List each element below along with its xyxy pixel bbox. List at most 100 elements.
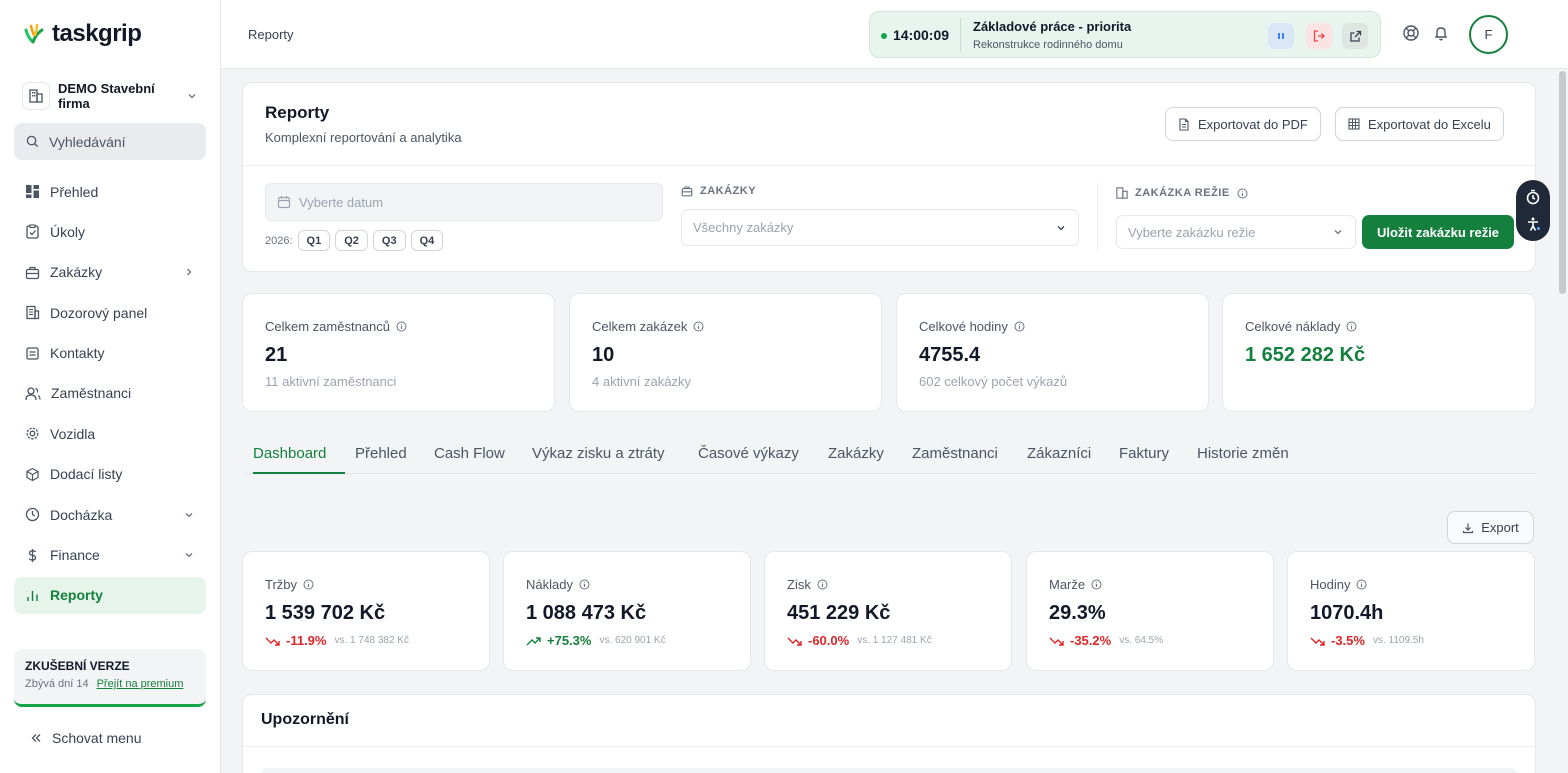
stat-card-hours: Celkové hodiny 4755.4 602 celkový počet … [896, 293, 1209, 412]
bell-icon[interactable] [1432, 24, 1450, 42]
info-icon[interactable] [693, 321, 704, 332]
help-icon[interactable] [1402, 24, 1420, 42]
bar-chart-icon [25, 588, 40, 603]
double-chevron-left-icon [30, 732, 42, 744]
save-overhead-button[interactable]: Uložit zakázku režie [1362, 215, 1514, 249]
briefcase-icon [25, 265, 40, 280]
sidebar-item-dozorovy-panel[interactable]: Dozorový panel [14, 294, 206, 331]
trend-down-icon [787, 636, 803, 646]
avatar[interactable]: F [1469, 15, 1508, 54]
trial-title: ZKUŠEBNÍ VERZE [25, 659, 130, 673]
timer-task: Základové práce - priorita [973, 19, 1132, 34]
tab-dashboard[interactable]: Dashboard [253, 445, 345, 474]
logo[interactable]: taskgrip [22, 20, 142, 48]
jobs-field-label: ZAKÁZKY [681, 185, 756, 197]
sidebar-item-reporty[interactable]: Reporty [14, 576, 206, 614]
sidebar-nav: Přehled Úkoly Zakázky Dozorový panel Kon… [14, 173, 206, 617]
upgrade-link[interactable]: Přejít na premium [97, 678, 184, 690]
info-icon[interactable] [1091, 579, 1102, 590]
export-pdf-button[interactable]: Exportovat do PDF [1165, 107, 1321, 141]
sidebar-item-kontakty[interactable]: Kontakty [14, 335, 206, 372]
tab-zakazky[interactable]: Zakázky [828, 445, 884, 474]
chevron-down-icon [1055, 222, 1067, 234]
dashboard-icon [25, 184, 40, 199]
sidebar-item-zakazky[interactable]: Zakázky [14, 254, 206, 291]
stop-timer-button[interactable] [1306, 23, 1332, 49]
export-excel-button[interactable]: Exportovat do Excelu [1335, 107, 1504, 141]
info-icon[interactable] [396, 321, 407, 332]
kpi-card-trzby: Tržby 1 539 702 Kč -11.9% vs. 1 748 382 … [242, 551, 490, 671]
jobs-select[interactable]: Všechny zakázky [681, 209, 1079, 246]
running-indicator [881, 33, 887, 39]
kpi-card-hodiny: Hodiny 1070.4h -3.5% vs. 1109.5h [1287, 551, 1535, 671]
alerts-title: Upozornění [261, 711, 349, 728]
search-button[interactable]: Vyhledávání [14, 123, 206, 160]
divider [1097, 183, 1098, 253]
alerts-card: Upozornění [242, 694, 1536, 773]
logout-icon [1312, 29, 1326, 43]
sidebar-item-zamestnanci[interactable]: Zaměstnanci [14, 375, 206, 412]
open-timer-button[interactable] [1342, 23, 1368, 49]
accessibility-icon[interactable] [1525, 216, 1541, 232]
file-icon [1178, 117, 1190, 131]
kpi-label: Hodiny [1310, 577, 1351, 592]
info-icon[interactable] [1346, 321, 1357, 332]
stat-subtext: 11 aktivní zaměstnanci [265, 374, 397, 389]
hide-menu-button[interactable]: Schovat menu [30, 730, 142, 746]
sidebar-item-label: Úkoly [50, 223, 86, 240]
sidebar-item-label: Zaměstnanci [51, 385, 132, 402]
overhead-select[interactable]: Vyberte zakázku režie [1116, 215, 1356, 249]
info-icon[interactable] [1356, 579, 1367, 590]
stat-subtext: 602 celkový počet výkazů [919, 374, 1068, 389]
stat-value: 4755.4 [919, 344, 981, 366]
quarter-button-q3[interactable]: Q3 [372, 230, 406, 251]
tab-prehled[interactable]: Přehled [355, 445, 407, 474]
sidebar-item-ukoly[interactable]: Úkoly [14, 213, 206, 250]
date-placeholder: Vyberte datum [299, 194, 384, 210]
sidebar-item-vozidla[interactable]: Vozidla [14, 415, 206, 452]
date-range-input[interactable]: Vyberte datum [265, 183, 663, 221]
sidebar-item-dodaci-listy[interactable]: Dodací listy [14, 456, 206, 493]
chevron-down-icon [183, 509, 195, 521]
chevron-down-icon [183, 549, 195, 561]
search-icon [26, 135, 39, 148]
sidebar-item-label: Vozidla [50, 425, 96, 442]
scrollbar-thumb[interactable] [1559, 71, 1566, 294]
kpi-value: 1 539 702 Kč [265, 602, 386, 624]
sidebar-item-finance[interactable]: Finance [14, 537, 206, 574]
tab-casove-vykazy[interactable]: Časové výkazy [698, 445, 799, 474]
info-icon[interactable] [579, 579, 590, 590]
trend-up-icon [526, 636, 542, 646]
quarter-button-q2[interactable]: Q2 [335, 230, 368, 251]
kpi-value: 1 088 473 Kč [526, 602, 647, 624]
calendar-icon [277, 195, 291, 209]
sidebar-item-label: Dodací listy [50, 466, 123, 483]
export-button[interactable]: Export [1447, 511, 1534, 544]
year-label: 2026: [265, 234, 293, 247]
tab-historie-zmen[interactable]: Historie změn [1197, 445, 1289, 474]
tab-zakaznici[interactable]: Zákazníci [1027, 445, 1091, 474]
tab-zamestnanci[interactable]: Zaměstnanci [912, 445, 998, 474]
info-icon[interactable] [1014, 321, 1025, 332]
active-timer[interactable]: 14:00:09 Základové práce - priorita Reko… [869, 11, 1381, 58]
tab-cash-flow[interactable]: Cash Flow [434, 445, 505, 474]
quarter-button-q1[interactable]: Q1 [297, 230, 331, 251]
alert-item [261, 768, 1517, 773]
sidebar-item-dochazka[interactable]: Docházka [14, 496, 206, 533]
export-pdf-label: Exportovat do PDF [1198, 116, 1308, 132]
timer-time: 14:00:09 [893, 27, 950, 43]
company-switcher[interactable]: DEMO Stavební firma [14, 76, 206, 116]
quarter-button-q4[interactable]: Q4 [410, 230, 444, 251]
info-icon[interactable] [817, 579, 828, 590]
tab-faktury[interactable]: Faktury [1119, 445, 1169, 474]
stopwatch-icon[interactable] [1525, 189, 1541, 205]
tab-vykaz-zisku[interactable]: Výkaz zisku a ztráty [532, 445, 665, 474]
info-icon[interactable] [303, 579, 314, 590]
info-icon[interactable] [1237, 188, 1248, 199]
pause-timer-button[interactable] [1268, 23, 1294, 49]
sidebar-item-prehled[interactable]: Přehled [14, 173, 206, 210]
stat-value: 1 652 282 Kč [1245, 344, 1366, 366]
external-link-icon [1349, 30, 1362, 43]
scrollbar[interactable] [1557, 69, 1568, 773]
gear-icon [25, 426, 40, 441]
